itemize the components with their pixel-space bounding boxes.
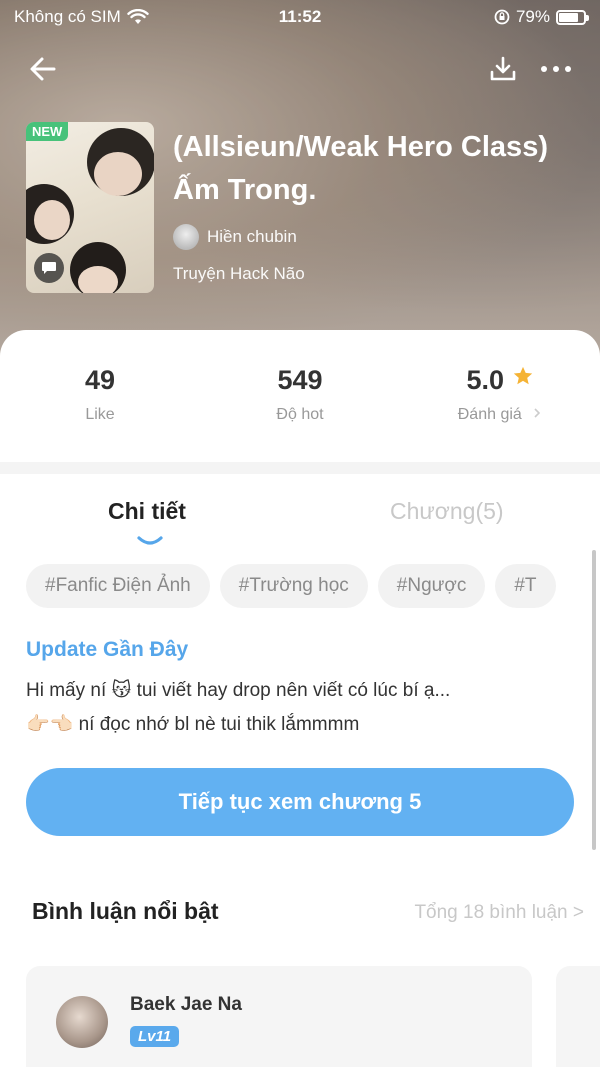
book-cover[interactable]: NEW <box>26 122 154 293</box>
like-label: Like <box>85 406 115 423</box>
continue-reading-button[interactable]: Tiếp tục xem chương 5 <box>26 768 574 836</box>
update-title: Update Gần Đây <box>26 638 189 661</box>
rating-value-row: 5.0 <box>400 360 600 400</box>
stats-row: 49 Like 549 Độ hot 5.0 Đánh giá <box>0 330 600 462</box>
carrier-label: Không có SIM <box>14 7 121 26</box>
status-bar: Không có SIM 11:52 79% <box>0 0 600 34</box>
book-category[interactable]: Truyện Hack Não <box>173 264 305 284</box>
level-badge: Lv11 <box>130 1026 180 1047</box>
orientation-lock-icon <box>494 9 510 25</box>
comments-heading: Bình luận nổi bật <box>32 898 219 924</box>
tab-bar: Chi tiết Chương(5) <box>0 490 600 550</box>
tag-chip[interactable]: #T <box>495 564 556 608</box>
stat-like: 49 Like <box>0 360 200 424</box>
rating-value: 5.0 <box>466 365 505 395</box>
commenter-name: Baek Jae Na <box>130 994 242 1015</box>
update-line-1: Hi mấy ní 😽 tui viết hay drop nên viết c… <box>26 680 451 701</box>
new-badge: NEW <box>26 122 69 141</box>
scrollbar-thumb[interactable] <box>592 550 596 850</box>
comment-card-next[interactable] <box>556 966 600 1067</box>
author-avatar <box>173 224 199 250</box>
author-row[interactable]: Hiền chubin <box>173 224 297 250</box>
update-line-2: 👉🏻👈🏻 ní đọc nhớ bl nè tui thik lắmmmm <box>26 714 360 735</box>
tag-chip[interactable]: #Fanfic Điện Ảnh <box>26 564 210 608</box>
comment-card[interactable]: Baek Jae Na Lv11 <box>26 966 532 1067</box>
tab-chapters[interactable]: Chương(5) <box>390 498 504 525</box>
chevron-right-icon <box>534 408 541 418</box>
chat-icon <box>34 253 64 283</box>
battery-percent: 79% <box>515 7 550 26</box>
more-icon[interactable] <box>536 52 576 86</box>
like-count: 49 <box>84 365 116 395</box>
battery-icon <box>556 9 589 25</box>
stat-hot: 549 Độ hot <box>200 360 400 424</box>
update-text: Hi mấy ní 😽 tui viết hay drop nên viết c… <box>26 674 566 742</box>
rating-label: Đánh giá <box>457 406 522 423</box>
top-bar <box>0 48 600 88</box>
tag-chip[interactable]: #Trường học <box>219 564 368 608</box>
tab-indicator <box>137 536 163 545</box>
comments-total-link[interactable]: Tổng 18 bình luận > <box>414 902 584 924</box>
tag-chip[interactable]: #Ngược <box>377 564 486 608</box>
download-icon[interactable] <box>486 52 520 86</box>
wifi-icon <box>127 9 149 24</box>
section-divider <box>0 462 600 474</box>
rating-label-row: Đánh giá <box>400 406 600 424</box>
detail-sheet: 49 Like 549 Độ hot 5.0 Đánh giá Chi tiết <box>0 330 600 1067</box>
author-name: Hiền chubin <box>207 227 297 246</box>
commenter-avatar[interactable] <box>56 996 108 1048</box>
hot-label: Độ hot <box>276 406 324 423</box>
tab-detail[interactable]: Chi tiết <box>108 498 186 525</box>
back-arrow-icon[interactable] <box>26 52 60 86</box>
tag-list: #Fanfic Điện Ảnh #Trường học #Ngược #T <box>26 564 576 610</box>
book-title: (Allsieun/Weak Hero Class) Ấm Trong. <box>173 131 548 206</box>
stat-rating[interactable]: 5.0 Đánh giá <box>400 360 600 424</box>
hot-count: 549 <box>277 365 323 395</box>
status-time: 11:52 <box>278 7 322 26</box>
star-icon <box>513 366 532 385</box>
